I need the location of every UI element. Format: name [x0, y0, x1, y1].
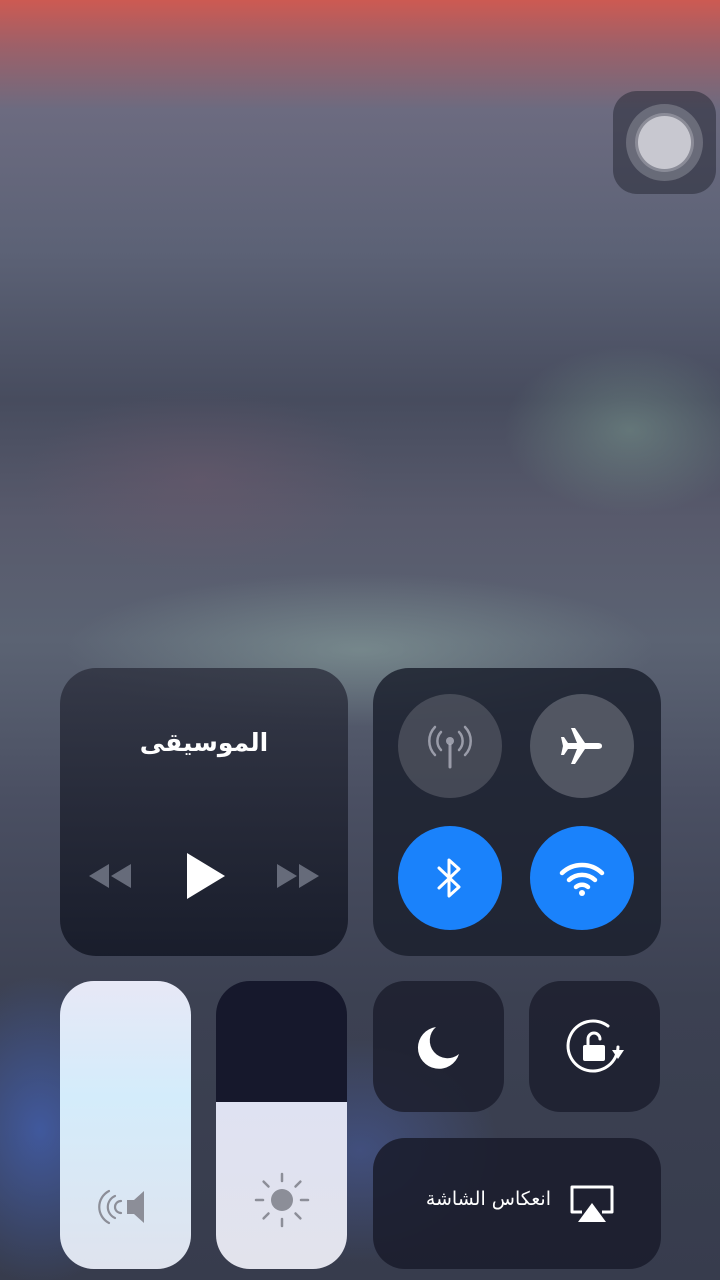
rotation-lock-toggle[interactable]: [529, 981, 660, 1112]
airplay-icon-wrap: [568, 1184, 616, 1228]
screen-mirroring-label: انعكاس الشاشة: [425, 1188, 551, 1210]
brightness-slider-icon-wrap: [216, 1171, 347, 1229]
brightness-slider[interactable]: [216, 981, 347, 1269]
volume-slider[interactable]: [60, 981, 191, 1269]
volume-slider-icon-wrap: [60, 1185, 191, 1229]
play-button[interactable]: [175, 848, 235, 904]
do-not-disturb-toggle[interactable]: [373, 981, 504, 1112]
rewind-button[interactable]: [80, 848, 140, 904]
bluetooth-toggle[interactable]: [398, 826, 502, 930]
screen-mirroring-button[interactable]: انعكاس الشاشة: [373, 1138, 661, 1269]
airplane-mode-toggle[interactable]: [530, 694, 634, 798]
wifi-toggle[interactable]: [530, 826, 634, 930]
assistive-touch-button[interactable]: [613, 91, 716, 194]
bluetooth-icon: [437, 858, 461, 898]
play-icon: [187, 853, 225, 899]
fast-forward-icon: [277, 864, 319, 888]
cellular-data-toggle[interactable]: [398, 694, 502, 798]
wifi-icon: [559, 862, 605, 896]
music-module[interactable]: الموسيقى: [60, 668, 348, 956]
fast-forward-button[interactable]: [268, 848, 328, 904]
airplane-icon: [561, 728, 602, 764]
moon-icon: [417, 1026, 459, 1069]
speaker-icon: [97, 1189, 144, 1225]
assistive-touch-icon: [638, 116, 691, 169]
rewind-icon: [89, 864, 131, 888]
rotation-lock-icon: [566, 1019, 624, 1072]
airplay-icon: [570, 1185, 614, 1222]
music-title: الموسيقى: [139, 728, 269, 757]
cellular-antenna-icon: [428, 725, 472, 769]
connectivity-module: [373, 668, 661, 956]
sun-icon: [254, 1172, 309, 1228]
